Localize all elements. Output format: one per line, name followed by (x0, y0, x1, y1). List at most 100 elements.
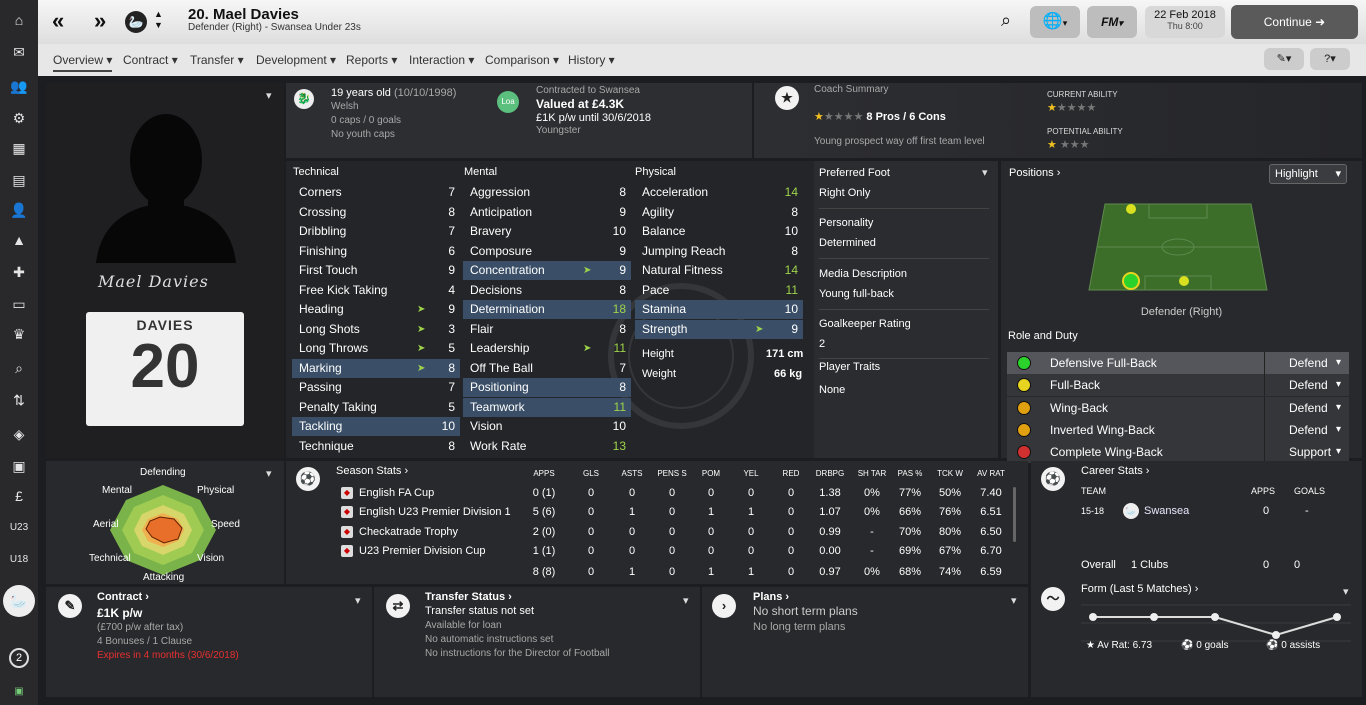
role-row[interactable]: Full-Back Defend ▾ (1007, 374, 1349, 397)
dynamics-icon[interactable]: ▦ (9, 138, 29, 158)
season-column-header[interactable]: PAS % (890, 469, 930, 478)
attribute-row[interactable]: Long Shots ➤ 3 (292, 320, 460, 339)
transfer-title[interactable]: Transfer Status › (425, 591, 512, 603)
forward-icon[interactable]: » (94, 8, 106, 34)
attribute-row[interactable]: Passing 7 (292, 378, 460, 397)
attribute-row[interactable]: Bravery 10 (463, 222, 631, 241)
tactics-icon[interactable]: ⚙ (9, 108, 29, 128)
staff-icon[interactable]: 👤 (9, 200, 29, 220)
form-title[interactable]: Form (Last 5 Matches) › (1081, 583, 1198, 595)
search-icon[interactable]: ⌕ (1001, 10, 1011, 31)
chevron-down-icon[interactable]: ▾ (1011, 594, 1017, 607)
form-point[interactable] (1272, 631, 1280, 639)
season-column-header[interactable]: ASTS (612, 469, 652, 478)
attribute-row[interactable]: Teamwork 11 (463, 397, 631, 417)
reports-icon[interactable]: ▤ (9, 170, 29, 190)
club-crest-icon[interactable]: 🦢 (3, 585, 35, 617)
tab-transfer[interactable]: Transfer ▾ (190, 53, 244, 67)
attribute-row[interactable]: Finishing 6 (292, 242, 460, 261)
attribute-row[interactable]: Jumping Reach 8 (635, 242, 803, 261)
season-column-header[interactable]: SH TAR (852, 469, 892, 478)
finance-icon[interactable]: £ (9, 486, 29, 506)
attribute-row[interactable]: Vision 10 (463, 417, 631, 436)
role-row[interactable]: Wing-Back Defend ▾ (1007, 396, 1349, 419)
attribute-row[interactable]: Heading ➤ 9 (292, 300, 460, 319)
edit-menu-button[interactable]: ✎▾ (1264, 48, 1304, 70)
duty-dropdown[interactable]: Defend ▾ (1264, 396, 1349, 419)
highlight-dropdown[interactable]: Highlight ▾ (1269, 164, 1347, 184)
season-column-header[interactable]: PENS S (652, 469, 692, 478)
attribute-row[interactable]: Corners 7 (292, 183, 460, 202)
tab-development[interactable]: Development ▾ (256, 53, 336, 67)
role-row[interactable]: Inverted Wing-Back Defend ▾ (1007, 418, 1349, 441)
trophy-icon[interactable]: ♛ (9, 324, 29, 344)
club-badge-icon[interactable]: 🦢 (125, 11, 147, 33)
plans-title[interactable]: Plans › (753, 591, 789, 603)
attribute-row[interactable]: Pace 11 (635, 281, 803, 300)
attribute-row[interactable]: Penalty Taking 5 (292, 398, 460, 417)
home-icon[interactable]: ⌂ (9, 10, 29, 30)
role-row[interactable]: Defensive Full-Back Defend ▾ (1007, 352, 1349, 374)
season-column-header[interactable]: TCK W (930, 469, 970, 478)
season-column-header[interactable]: APPS (524, 469, 564, 478)
chevron-down-icon[interactable]: ▾ (355, 594, 361, 607)
attribute-row[interactable]: Free Kick Taking 4 (292, 281, 460, 300)
attribute-row[interactable]: Decisions 8 (463, 281, 631, 300)
competition-name[interactable]: English FA Cup (359, 484, 434, 503)
attribute-row[interactable]: Composure 9 (463, 242, 631, 261)
competition-name[interactable]: U23 Premier Division Cup (359, 542, 486, 561)
duty-dropdown[interactable]: Defend ▾ (1264, 374, 1349, 397)
competition-name[interactable]: Checkatrade Trophy (359, 523, 458, 542)
inbox-icon[interactable]: ✉ (9, 42, 29, 62)
attribute-row[interactable]: Leadership ➤ 11 (463, 339, 631, 358)
club-icon[interactable]: ◈ (9, 424, 29, 444)
attribute-row[interactable]: Marking ➤ 8 (292, 358, 460, 378)
back-icon[interactable]: « (52, 8, 64, 34)
attribute-row[interactable]: Tackling 10 (292, 417, 460, 436)
season-column-header[interactable]: DRBPG (810, 469, 850, 478)
season-column-header[interactable]: GLS (571, 469, 611, 478)
search-icon[interactable]: ⌕ (9, 358, 29, 378)
chevron-down-icon[interactable]: ▾ (982, 166, 988, 179)
chevron-down-icon[interactable]: ▾ (266, 467, 272, 480)
fm-menu-button[interactable]: FM▾ (1087, 6, 1137, 38)
attribute-row[interactable]: Technique 8 (292, 437, 460, 456)
chevron-down-icon[interactable]: ▾ (266, 89, 272, 102)
role-row[interactable]: Complete Wing-Back Support ▾ (1007, 441, 1349, 464)
form-point[interactable] (1211, 613, 1219, 621)
attribute-row[interactable]: Long Throws ➤ 5 (292, 339, 460, 358)
attribute-row[interactable]: Agility 8 (635, 203, 803, 222)
career-team[interactable]: Swansea (1144, 505, 1189, 517)
attribute-row[interactable]: Balance 10 (635, 222, 803, 241)
medical-icon[interactable]: ✚ (9, 262, 29, 282)
u23-icon[interactable]: U23 (9, 518, 29, 538)
duty-dropdown[interactable]: Defend ▾ (1264, 418, 1349, 441)
notification-badge[interactable]: 2 (9, 648, 29, 668)
competition-name[interactable]: English U23 Premier Division 1 (359, 503, 511, 522)
season-column-header[interactable]: AV RAT (971, 469, 1011, 478)
u18-icon[interactable]: U18 (9, 550, 29, 570)
scrollbar[interactable] (1013, 487, 1016, 542)
transfers-icon[interactable]: ⇅ (9, 390, 29, 410)
date-display[interactable]: 22 Feb 2018 Thu 8:00 (1145, 6, 1225, 38)
updown-icon[interactable]: ▲ ▼ (154, 9, 163, 31)
attribute-row[interactable]: Natural Fitness 14 (635, 261, 803, 280)
positions-title[interactable]: Positions › (1009, 167, 1060, 179)
tab-comparison[interactable]: Comparison ▾ (485, 53, 559, 67)
duty-dropdown[interactable]: Support ▾ (1264, 441, 1349, 464)
form-point[interactable] (1333, 613, 1341, 621)
season-column-header[interactable]: YEL (731, 469, 771, 478)
chevron-down-icon[interactable]: ▾ (683, 594, 689, 607)
attribute-row[interactable]: Positioning 8 (463, 378, 631, 397)
season-column-header[interactable]: RED (771, 469, 811, 478)
attribute-row[interactable]: Anticipation 9 (463, 203, 631, 222)
schedule-icon[interactable]: ▭ (9, 294, 29, 314)
tab-contract[interactable]: Contract ▾ (123, 53, 178, 67)
attribute-row[interactable]: Flair 8 (463, 320, 631, 339)
attribute-row[interactable]: Strength ➤ 9 (635, 319, 803, 339)
chevron-down-icon[interactable]: ▾ (1343, 585, 1349, 598)
season-column-header[interactable]: POM (691, 469, 731, 478)
attribute-row[interactable]: First Touch 9 (292, 261, 460, 280)
attribute-row[interactable]: Determination 18 (463, 300, 631, 319)
attribute-row[interactable]: Off The Ball 7 (463, 359, 631, 378)
